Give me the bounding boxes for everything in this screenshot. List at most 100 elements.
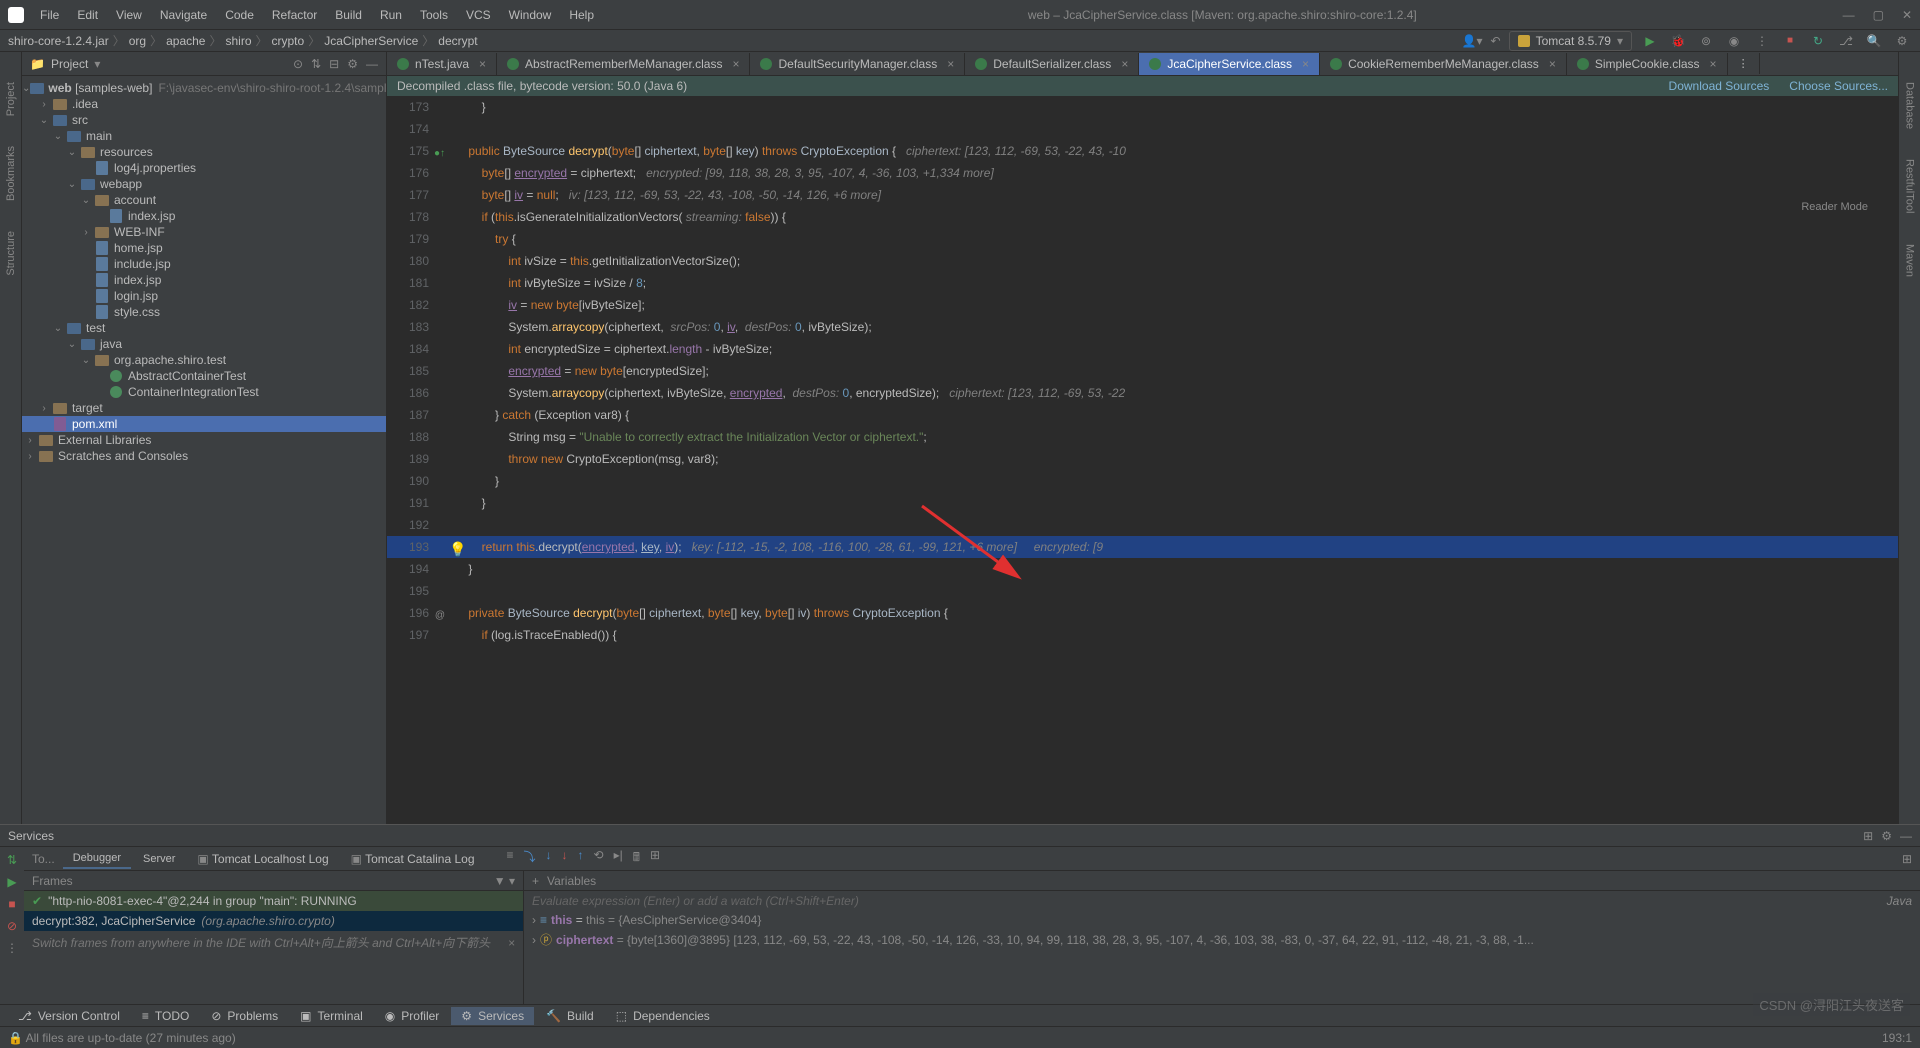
code-line[interactable]: 173 } [387,96,1898,118]
code-line[interactable]: 192 [387,514,1898,536]
tree-item[interactable]: ⌄webapp [22,176,386,192]
tree-item[interactable]: home.jsp [22,240,386,256]
thread-row[interactable]: ✔ "http-nio-8081-exec-4"@2,244 in group … [24,891,523,911]
editor-tab[interactable]: CookieRememberMeManager.class× [1320,53,1567,75]
layout-settings-icon[interactable]: ⊞ [1902,852,1912,866]
code-line[interactable]: 187 } catch (Exception var8) { [387,404,1898,426]
expand-all-icon[interactable]: ⇅ [311,57,321,71]
menu-file[interactable]: File [32,4,67,26]
run-config-selector[interactable]: Tomcat 8.5.79 ▾ [1509,31,1632,51]
profile-button[interactable]: ◉ [1724,31,1744,51]
tool-tab-version-control[interactable]: ⎇Version Control [8,1007,130,1025]
tree-item[interactable]: AbstractContainerTest [22,368,386,384]
tree-item[interactable]: ⌄java [22,336,386,352]
code-line[interactable]: 195 [387,580,1898,602]
restfultool-button[interactable]: RestfulTool [1904,159,1916,213]
code-line[interactable]: 180 int ivSize = this.getInitializationV… [387,250,1898,272]
bookmarks-tool-button[interactable]: Bookmarks [5,146,17,201]
close-hint-icon[interactable]: × [508,936,515,950]
crumb[interactable]: shiro-core-1.2.4.jar [8,34,109,48]
var-ciphertext[interactable]: ›ⓟ ciphertext = {byte[1360]@3895} [123, … [524,929,1920,950]
menu-help[interactable]: Help [561,4,602,26]
tree-item[interactable]: log4j.properties [22,160,386,176]
editor-tab[interactable]: SimpleCookie.class× [1567,53,1728,75]
code-line[interactable]: 185 encrypted = new byte[encryptedSize]; [387,360,1898,382]
crumb[interactable]: decrypt [438,34,477,48]
close-tab-icon[interactable]: × [1302,57,1309,71]
code-line[interactable]: 193 return this.decrypt(encrypted, key, … [387,536,1898,558]
more-tabs[interactable]: ⋮ [1728,53,1760,74]
caret-position[interactable]: 193:1 [1882,1031,1912,1045]
tool-tab-profiler[interactable]: ◉Profiler [375,1007,450,1025]
tool-tab-terminal[interactable]: ▣Terminal [290,1007,373,1025]
minimize-button[interactable]: — [1843,8,1855,22]
filter-icon[interactable]: ▼ [494,874,506,888]
tree-item[interactable]: ⌄account [22,192,386,208]
crumb[interactable]: org [129,34,146,48]
editor-tab[interactable]: DefaultSecurityManager.class× [750,53,965,75]
tree-item[interactable]: ›Scratches and Consoles [22,448,386,464]
menu-edit[interactable]: Edit [69,4,106,26]
tree-item[interactable]: index.jsp [22,272,386,288]
menu-run[interactable]: Run [372,4,410,26]
close-tab-icon[interactable]: × [479,57,486,71]
tree-item[interactable]: index.jsp [22,208,386,224]
layout-icon[interactable]: ⊞ [1863,829,1873,843]
download-sources-link[interactable]: Download Sources [1669,79,1770,93]
tomcat-localhost-log-tab[interactable]: ▣ Tomcat Localhost Log [187,849,338,869]
tree-item[interactable]: ⌄src [22,112,386,128]
collapse-icon[interactable]: ⊟ [329,57,339,71]
more-run-button[interactable]: ⋮ [1752,31,1772,51]
add-watch-icon[interactable]: + [532,874,539,888]
gear-icon[interactable]: ⚙ [1881,829,1892,843]
code-line[interactable]: 183 System.arraycopy(ciphertext, srcPos:… [387,316,1898,338]
tree-item[interactable]: style.css [22,304,386,320]
search-icon[interactable]: 🔍 [1864,31,1884,51]
debugger-tab[interactable]: Debugger [63,849,131,869]
user-icon[interactable]: 👤▾ [1462,34,1483,48]
close-tab-icon[interactable]: × [1549,57,1556,71]
tree-item[interactable]: ›External Libraries [22,432,386,448]
database-tool-button[interactable]: Database [1904,82,1916,129]
menu-tools[interactable]: Tools [412,4,456,26]
structure-tool-button[interactable]: Structure [5,231,17,276]
hide-icon[interactable]: — [366,57,378,71]
debug-button[interactable]: 🐞 [1668,31,1688,51]
code-line[interactable]: 194 } [387,558,1898,580]
menu-navigate[interactable]: Navigate [152,4,215,26]
force-step-into-icon[interactable]: ↓ [562,848,568,869]
code-line[interactable]: 176 byte[] encrypted = ciphertext; encry… [387,162,1898,184]
tool-tab-todo[interactable]: ≡TODO [132,1007,199,1025]
tree-item[interactable]: ›.idea [22,96,386,112]
tree-item[interactable]: ›target [22,400,386,416]
run-button[interactable]: ▶ [1640,31,1660,51]
editor-tab[interactable]: JcaCipherService.class× [1139,53,1320,75]
menu-refactor[interactable]: Refactor [264,4,325,26]
close-tab-icon[interactable]: × [1710,57,1717,71]
crumb[interactable]: shiro [225,34,251,48]
code-line[interactable]: 196@ private ByteSource decrypt(byte[] c… [387,602,1898,624]
code-line[interactable]: 188 String msg = "Unable to correctly ex… [387,426,1898,448]
close-tab-icon[interactable]: × [947,57,954,71]
more-button[interactable]: ⋮ [3,939,21,957]
stop-button[interactable]: ■ [3,895,21,913]
close-tab-icon[interactable]: × [1121,57,1128,71]
code-line[interactable]: 179 try { [387,228,1898,250]
step-out-icon[interactable]: ↑ [578,848,584,869]
code-line[interactable]: 184 int encryptedSize = ciphertext.lengt… [387,338,1898,360]
select-opened-icon[interactable]: ⊙ [293,57,303,71]
frame-row[interactable]: decrypt:382, JcaCipherService (org.apach… [24,911,523,931]
tree-item[interactable]: ⌄test [22,320,386,336]
crumb[interactable]: crypto [272,34,305,48]
run-to-cursor-icon[interactable]: ▸| [614,848,623,869]
hide-icon[interactable]: — [1900,829,1912,843]
editor-tab[interactable]: DefaultSerializer.class× [965,53,1139,75]
code-editor[interactable]: Reader Mode 173 }174175●↑ public ByteSou… [387,96,1898,824]
git-icon[interactable]: ⎇ [1836,31,1856,51]
menu-code[interactable]: Code [217,4,262,26]
code-line[interactable]: 189 throw new CryptoException(msg, var8)… [387,448,1898,470]
step-over-icon[interactable]: ⤵ [524,848,536,869]
thread-dropdown-icon[interactable]: ▾ [509,874,515,888]
choose-sources-link[interactable]: Choose Sources... [1789,79,1888,93]
code-line[interactable]: 178 if (this.isGenerateInitializationVec… [387,206,1898,228]
